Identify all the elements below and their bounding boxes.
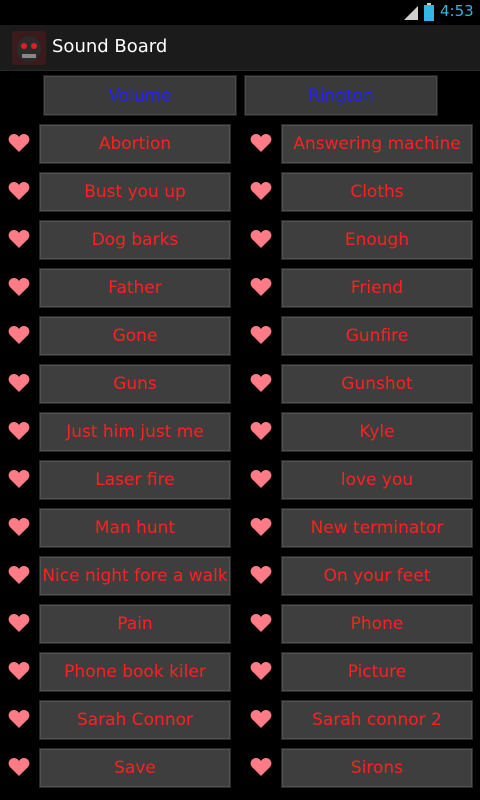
heart-icon[interactable] xyxy=(250,661,272,681)
heart-icon[interactable] xyxy=(250,181,272,201)
heart-icon[interactable] xyxy=(250,229,272,249)
heart-icon[interactable] xyxy=(8,229,30,249)
volume-button[interactable]: Volume xyxy=(43,75,237,116)
sound-button[interactable]: Enough xyxy=(281,220,473,260)
heart-icon[interactable] xyxy=(8,661,30,681)
action-bar: Sound Board xyxy=(0,25,480,71)
heart-icon[interactable] xyxy=(8,373,30,393)
sound-button[interactable]: Bust you up xyxy=(39,172,231,212)
sound-button[interactable]: Save xyxy=(39,748,231,788)
battery-icon xyxy=(424,3,434,21)
sound-button[interactable]: Gunfire xyxy=(281,316,473,356)
status-bar: 4:53 xyxy=(0,0,480,25)
sound-button[interactable]: Sarah Connor xyxy=(39,700,231,740)
heart-icon[interactable] xyxy=(250,613,272,633)
heart-icon[interactable] xyxy=(250,325,272,345)
heart-icon[interactable] xyxy=(250,757,272,777)
sound-button[interactable]: Sirons xyxy=(281,748,473,788)
heart-icon[interactable] xyxy=(8,565,30,585)
heart-icon[interactable] xyxy=(250,565,272,585)
heart-icon[interactable] xyxy=(250,277,272,297)
sound-button[interactable]: Sarah connor 2 xyxy=(281,700,473,740)
heart-icon[interactable] xyxy=(8,181,30,201)
sound-button[interactable]: Guns xyxy=(39,364,231,404)
app-title: Sound Board xyxy=(52,36,168,57)
heart-icon[interactable] xyxy=(8,613,30,633)
sound-button[interactable]: Pain xyxy=(39,604,231,644)
heart-icon[interactable] xyxy=(250,469,272,489)
heart-icon[interactable] xyxy=(8,517,30,537)
sound-button[interactable]: Man hunt xyxy=(39,508,231,548)
signal-icon xyxy=(404,6,418,20)
sound-button[interactable]: Abortion xyxy=(39,124,231,164)
app-icon[interactable] xyxy=(12,31,46,65)
heart-icon[interactable] xyxy=(250,709,272,729)
sound-button[interactable]: Father xyxy=(39,268,231,308)
sound-button[interactable]: Just him just me xyxy=(39,412,231,452)
sound-button[interactable]: Gunshot xyxy=(281,364,473,404)
sound-button[interactable]: Gone xyxy=(39,316,231,356)
heart-icon[interactable] xyxy=(8,469,30,489)
heart-icon[interactable] xyxy=(8,325,30,345)
sound-button[interactable]: Kyle xyxy=(281,412,473,452)
clock: 4:53 xyxy=(440,2,474,20)
heart-icon[interactable] xyxy=(250,133,272,153)
heart-icon[interactable] xyxy=(8,133,30,153)
sound-button[interactable]: Laser fire xyxy=(39,460,231,500)
sound-button[interactable]: Friend xyxy=(281,268,473,308)
heart-icon[interactable] xyxy=(8,421,30,441)
sound-button[interactable]: Picture xyxy=(281,652,473,692)
sound-button[interactable]: Phone book kiler xyxy=(39,652,231,692)
heart-icon[interactable] xyxy=(8,277,30,297)
heart-icon[interactable] xyxy=(8,709,30,729)
heart-icon[interactable] xyxy=(250,373,272,393)
sound-button[interactable]: On your feet xyxy=(281,556,473,596)
sound-button[interactable]: Nice night fore a walk xyxy=(39,556,231,596)
heart-icon[interactable] xyxy=(250,517,272,537)
sound-button[interactable]: Phone xyxy=(281,604,473,644)
rington-button[interactable]: Rington xyxy=(244,75,438,116)
heart-icon[interactable] xyxy=(8,757,30,777)
sound-button[interactable]: love you xyxy=(281,460,473,500)
sound-button[interactable]: Dog barks xyxy=(39,220,231,260)
sound-button[interactable]: Cloths xyxy=(281,172,473,212)
sound-button[interactable]: New terminator xyxy=(281,508,473,548)
heart-icon[interactable] xyxy=(250,421,272,441)
sound-button[interactable]: Answering machine xyxy=(281,124,473,164)
